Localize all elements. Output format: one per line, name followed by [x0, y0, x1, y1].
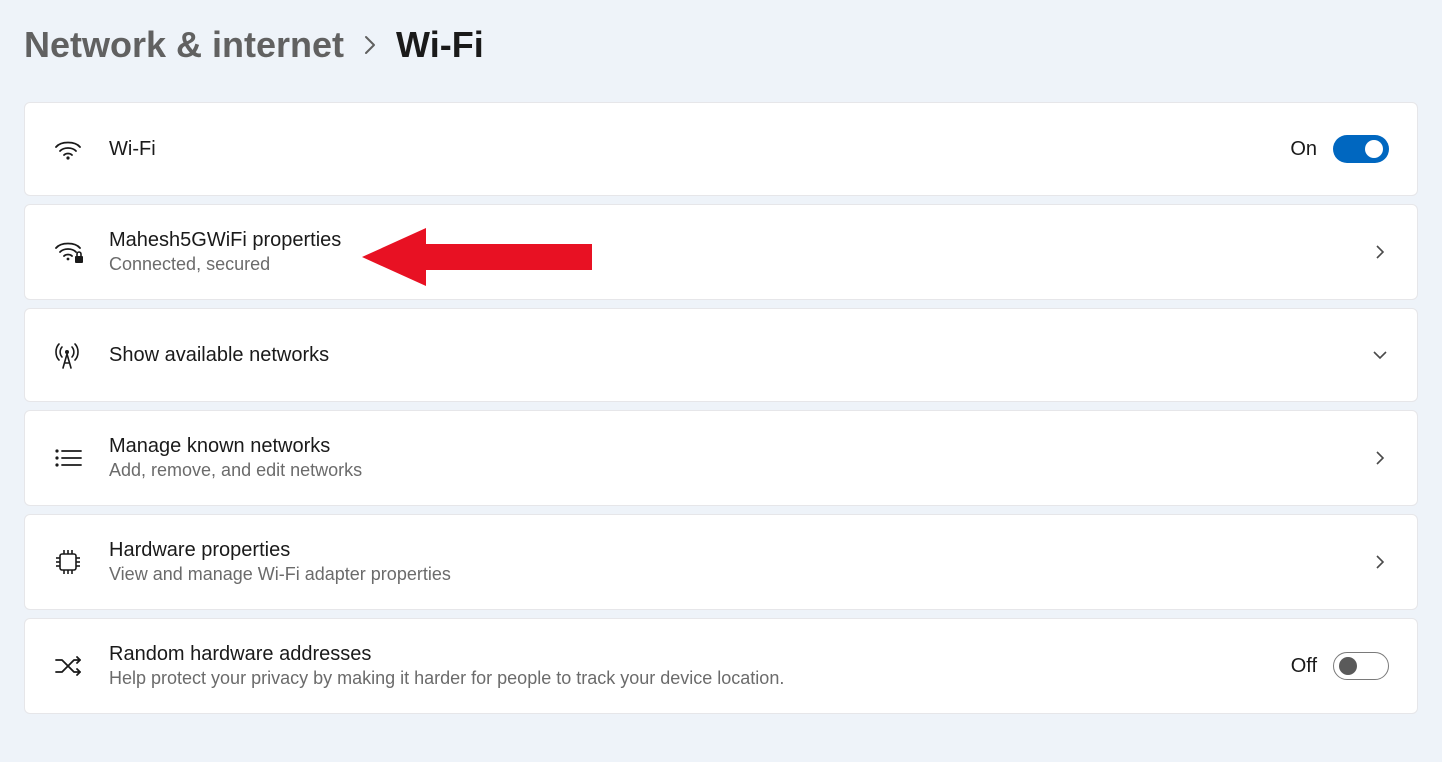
wifi-title: Wi-Fi [109, 138, 1290, 161]
wifi-state-label: On [1290, 138, 1317, 161]
antenna-icon [53, 340, 109, 370]
chevron-right-icon [1371, 553, 1389, 571]
wifi-icon [53, 137, 109, 161]
chevron-right-icon [1371, 243, 1389, 261]
breadcrumb-current: Wi-Fi [396, 24, 484, 66]
manage-known-subtitle: Add, remove, and edit networks [109, 460, 1371, 481]
network-properties-subtitle: Connected, secured [109, 254, 1371, 275]
wifi-toggle[interactable] [1333, 135, 1389, 163]
hardware-props-title: Hardware properties [109, 539, 1371, 562]
random-hardware-row[interactable]: Random hardware addresses Help protect y… [24, 618, 1418, 714]
manage-known-title: Manage known networks [109, 435, 1371, 458]
hardware-props-subtitle: View and manage Wi-Fi adapter properties [109, 564, 1371, 585]
breadcrumb-parent[interactable]: Network & internet [24, 24, 344, 66]
random-hw-state-label: Off [1291, 655, 1317, 678]
network-properties-row[interactable]: Mahesh5GWiFi properties Connected, secur… [24, 204, 1418, 300]
chevron-right-icon [362, 33, 378, 57]
show-networks-title: Show available networks [109, 344, 1371, 367]
shuffle-icon [53, 654, 109, 678]
random-hw-toggle[interactable] [1333, 652, 1389, 680]
random-hw-title: Random hardware addresses [109, 643, 1291, 666]
random-hw-subtitle: Help protect your privacy by making it h… [109, 668, 1291, 689]
chevron-down-icon [1371, 346, 1389, 364]
hardware-properties-row[interactable]: Hardware properties View and manage Wi-F… [24, 514, 1418, 610]
network-properties-title: Mahesh5GWiFi properties [109, 229, 1371, 252]
manage-known-networks-row[interactable]: Manage known networks Add, remove, and e… [24, 410, 1418, 506]
wifi-toggle-row[interactable]: Wi-Fi On [24, 102, 1418, 196]
chevron-right-icon [1371, 449, 1389, 467]
show-available-networks-row[interactable]: Show available networks [24, 308, 1418, 402]
chip-icon [53, 547, 109, 577]
list-icon [53, 447, 109, 469]
wifi-secured-icon [53, 238, 109, 266]
breadcrumb: Network & internet Wi-Fi [24, 24, 1418, 66]
